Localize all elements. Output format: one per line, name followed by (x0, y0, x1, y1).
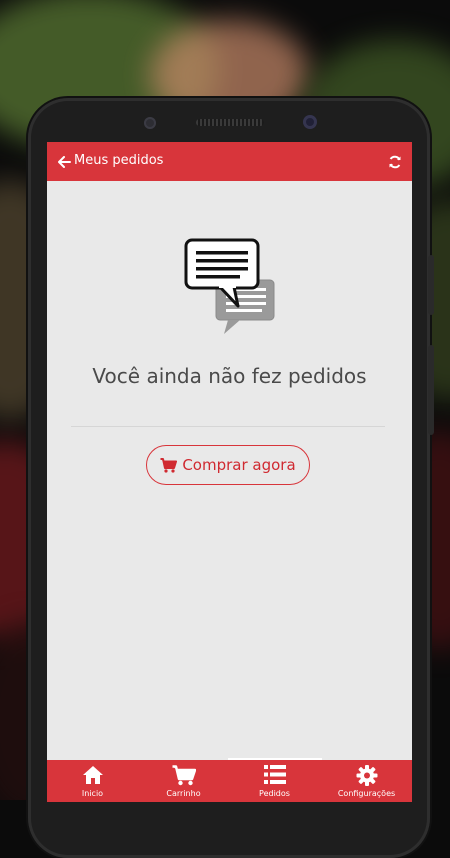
app-bar: Meus pedidos (47, 142, 412, 181)
nav-label: Inicio (81, 789, 104, 798)
divider (71, 426, 385, 427)
cart-icon (172, 765, 196, 786)
phone-side-button (428, 255, 434, 315)
app-screen: Meus pedidos Você ainda não fez pedidos (47, 142, 412, 802)
empty-state-message: Você ainda não fez pedidos (92, 364, 367, 388)
bottom-navigation: Inicio Carrinho Pedidos Configurações (47, 760, 412, 802)
nav-label: Pedidos (259, 789, 290, 798)
proximity-sensor (303, 115, 317, 129)
buy-now-button[interactable]: Comprar agora (146, 445, 310, 485)
list-icon (263, 765, 286, 784)
buy-now-label: Comprar agora (182, 456, 296, 474)
home-icon (82, 766, 103, 784)
front-camera (144, 117, 156, 129)
nav-item-pedidos[interactable]: Pedidos (229, 760, 320, 802)
arrow-left-icon (57, 156, 71, 168)
gear-icon (356, 765, 377, 786)
earpiece-speaker (196, 119, 264, 126)
nav-item-inicio[interactable]: Inicio (47, 760, 138, 802)
cart-icon (160, 457, 178, 473)
refresh-icon (389, 155, 401, 169)
chat-bubbles-icon (184, 238, 275, 334)
refresh-button[interactable] (384, 151, 406, 173)
nav-label: Configurações (337, 789, 396, 798)
phone-side-button (428, 345, 434, 435)
nav-label: Carrinho (166, 789, 201, 798)
page-title: Meus pedidos (74, 153, 164, 168)
back-button[interactable] (53, 151, 75, 173)
nav-item-carrinho[interactable]: Carrinho (138, 760, 229, 802)
nav-item-configuracoes[interactable]: Configurações (321, 760, 412, 802)
